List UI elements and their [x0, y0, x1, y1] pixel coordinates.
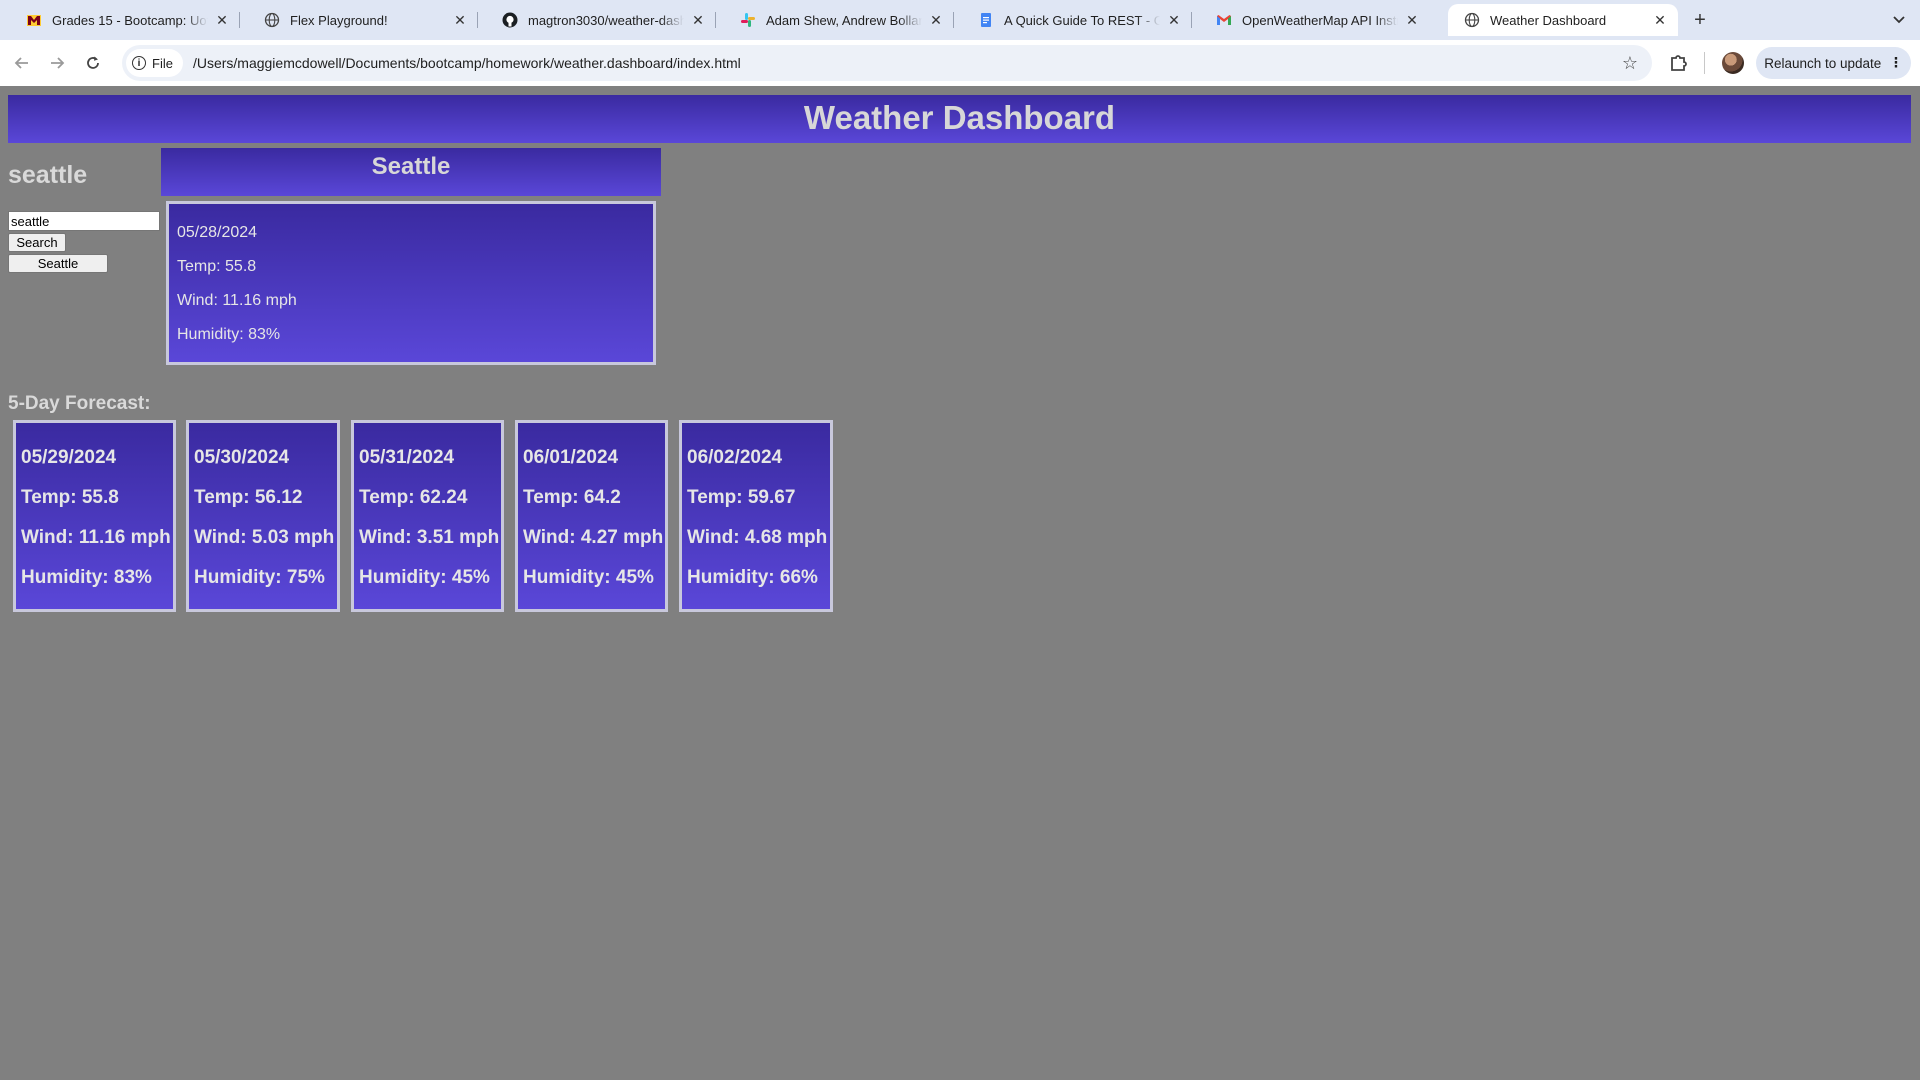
forecast-temp: Temp: 59.67 — [687, 487, 796, 508]
bookmark-star-icon[interactable]: ☆ — [1622, 53, 1638, 74]
forecast-humidity: Humidity: 66% — [687, 567, 818, 588]
slack-icon — [740, 12, 756, 28]
tab-gmail[interactable]: OpenWeatherMap API Instruc ✕ — [1200, 4, 1430, 36]
page-viewport: Weather Dashboard seattle Search Seattle… — [0, 86, 1920, 1080]
forecast-humidity: Humidity: 75% — [194, 567, 325, 588]
forecast-card: 05/30/2024 Temp: 56.12 Wind: 5.03 mph Hu… — [186, 420, 340, 612]
tab-title: Grades 15 - Bootcamp: UofM — [52, 12, 208, 28]
gmail-icon — [1216, 12, 1232, 28]
forecast-temp: Temp: 56.12 — [194, 487, 303, 508]
browser-toolbar: i File /Users/maggiemcdowell/Documents/b… — [0, 40, 1920, 86]
forecast-card: 06/01/2024 Temp: 64.2 Wind: 4.27 mph Hum… — [515, 420, 668, 612]
tab-title: Weather Dashboard — [1490, 12, 1607, 28]
tab-search-chevron-icon[interactable] — [1888, 10, 1910, 30]
current-weather-card: 05/28/2024 Temp: 55.8 Wind: 11.16 mph Hu… — [166, 201, 656, 365]
forecast-temp: Temp: 55.8 — [21, 487, 119, 508]
close-icon[interactable]: ✕ — [1166, 12, 1182, 28]
forecast-wind: Wind: 11.16 mph — [21, 527, 171, 548]
history-city-button[interactable]: Seattle — [8, 254, 108, 273]
searched-city-heading: seattle — [8, 161, 88, 189]
forecast-heading: 5-Day Forecast: — [8, 393, 151, 414]
forecast-humidity: Humidity: 83% — [21, 567, 152, 588]
forecast-card: 05/31/2024 Temp: 62.24 Wind: 3.51 mph Hu… — [351, 420, 504, 612]
tab-title: magtron3030/weather-dashb — [528, 12, 684, 28]
url-text[interactable]: /Users/maggiemcdowell/Documents/bootcamp… — [193, 55, 741, 71]
forecast-date: 06/02/2024 — [687, 447, 783, 468]
close-icon[interactable]: ✕ — [452, 12, 468, 28]
tab-strip: Grades 15 - Bootcamp: UofM ✕ Flex Playgr… — [0, 0, 1920, 40]
forecast-wind: Wind: 5.03 mph — [194, 527, 335, 548]
globe-icon — [1464, 12, 1480, 28]
tab-title: Flex Playground! — [290, 12, 388, 28]
tab-title: Adam Shew, Andrew Bollard, — [766, 12, 922, 28]
forecast-temp: Temp: 64.2 — [523, 487, 621, 508]
site-info-label: File — [152, 55, 173, 71]
globe-icon — [264, 12, 280, 28]
address-bar[interactable]: i File /Users/maggiemcdowell/Documents/b… — [122, 45, 1652, 81]
relaunch-button[interactable]: Relaunch to update ⋮ — [1756, 47, 1911, 79]
new-tab-button[interactable]: + — [1688, 8, 1712, 32]
city-search-input[interactable] — [8, 211, 160, 231]
tab-title: OpenWeatherMap API Instruc — [1242, 12, 1398, 28]
forecast-temp: Temp: 62.24 — [359, 487, 468, 508]
close-icon[interactable]: ✕ — [690, 12, 706, 28]
tab-title: A Quick Guide To REST - Goo — [1004, 12, 1160, 28]
back-arrow-icon[interactable] — [10, 51, 34, 75]
tab-flex-playground[interactable]: Flex Playground! ✕ — [248, 4, 478, 36]
forecast-date: 05/31/2024 — [359, 447, 455, 468]
forecast-wind: Wind: 4.27 mph — [523, 527, 664, 548]
close-icon[interactable]: ✕ — [1404, 12, 1420, 28]
profile-avatar[interactable] — [1722, 52, 1744, 74]
forecast-card: 06/02/2024 Temp: 59.67 Wind: 4.68 mph Hu… — [679, 420, 833, 612]
forecast-wind: Wind: 3.51 mph — [359, 527, 500, 548]
forward-arrow-icon[interactable] — [45, 51, 69, 75]
current-city-title: Seattle — [161, 148, 661, 196]
close-icon[interactable]: ✕ — [214, 12, 230, 28]
tab-slack[interactable]: Adam Shew, Andrew Bollard, ✕ — [724, 4, 954, 36]
docs-icon — [978, 12, 994, 28]
search-button[interactable]: Search — [8, 233, 66, 252]
current-date: 05/28/2024 — [177, 224, 258, 241]
info-icon: i — [132, 56, 146, 70]
extensions-puzzle-icon[interactable] — [1668, 51, 1690, 73]
forecast-date: 05/30/2024 — [194, 447, 290, 468]
more-menu-icon[interactable]: ⋮ — [1889, 55, 1903, 71]
relaunch-label: Relaunch to update — [1764, 55, 1882, 71]
forecast-wind: Wind: 4.68 mph — [687, 527, 828, 548]
forecast-card: 05/29/2024 Temp: 55.8 Wind: 11.16 mph Hu… — [13, 420, 176, 612]
current-humidity: Humidity: 83% — [177, 326, 281, 343]
m-logo-icon — [26, 12, 42, 28]
close-icon[interactable]: ✕ — [1652, 12, 1668, 28]
forecast-date: 05/29/2024 — [21, 447, 117, 468]
reload-icon[interactable] — [81, 51, 105, 75]
tab-github[interactable]: magtron3030/weather-dashb ✕ — [486, 4, 716, 36]
page-title: Weather Dashboard — [8, 95, 1911, 143]
tab-grades[interactable]: Grades 15 - Bootcamp: UofM ✕ — [10, 4, 240, 36]
site-info-chip[interactable]: i File — [126, 49, 183, 77]
current-wind: Wind: 11.16 mph — [177, 292, 297, 309]
toolbar-divider — [1704, 52, 1705, 74]
tab-weather-dashboard[interactable]: Weather Dashboard ✕ — [1448, 4, 1678, 36]
forecast-humidity: Humidity: 45% — [359, 567, 490, 588]
current-temp: Temp: 55.8 — [177, 258, 257, 275]
tab-google-docs[interactable]: A Quick Guide To REST - Goo ✕ — [962, 4, 1192, 36]
forecast-humidity: Humidity: 45% — [523, 567, 654, 588]
github-icon — [502, 12, 518, 28]
close-icon[interactable]: ✕ — [928, 12, 944, 28]
forecast-date: 06/01/2024 — [523, 447, 619, 468]
